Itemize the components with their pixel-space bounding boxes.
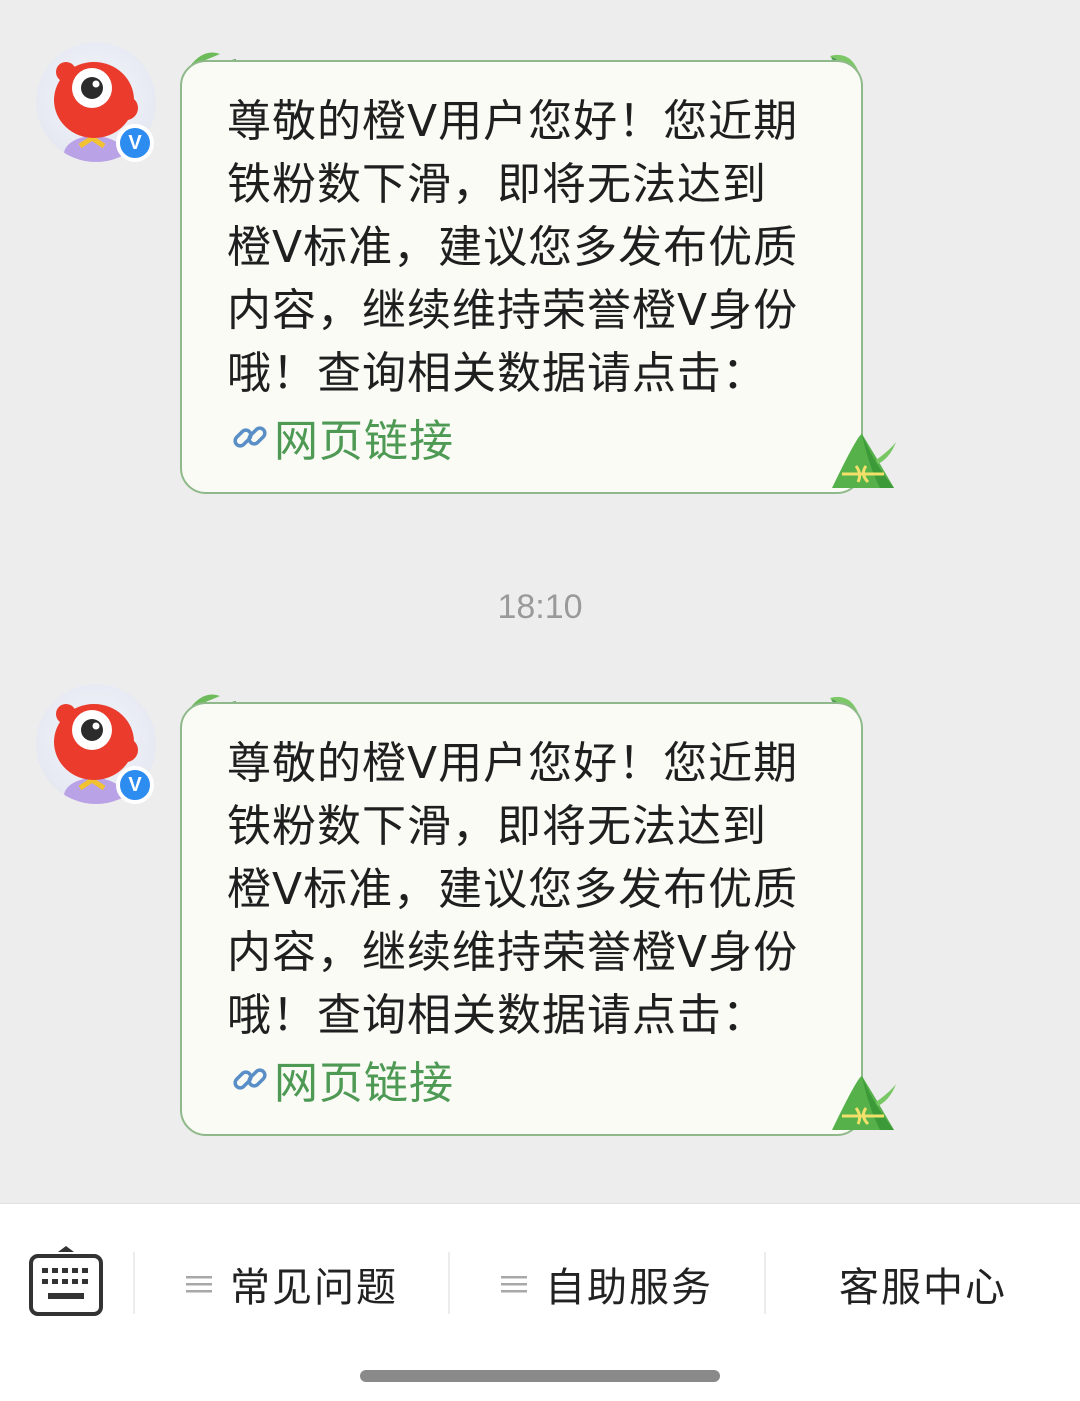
- message-row: V 尊敬的橙V用户您好！您近期 铁粉数下滑，即将无法达到 橙V标准，建议您多发布…: [0, 0, 1080, 494]
- link-icon: [233, 1068, 267, 1090]
- menu-customer-center-label: 客服中心: [839, 1265, 1007, 1311]
- web-link[interactable]: 网页链接: [230, 407, 454, 467]
- avatar[interactable]: V: [36, 42, 156, 162]
- verified-badge: V: [116, 766, 154, 804]
- bottom-menu-bar: 常见问题 自助服务 客服中心: [0, 1203, 1080, 1401]
- menu-self-service[interactable]: 自助服务: [450, 1244, 764, 1324]
- zongzi-icon: [832, 1076, 896, 1130]
- chat-area[interactable]: V 尊敬的橙V用户您好！您近期 铁粉数下滑，即将无法达到 橙V标准，建议您多发布…: [0, 0, 1080, 1203]
- message-bubble[interactable]: 尊敬的橙V用户您好！您近期 铁粉数下滑，即将无法达到 橙V标准，建议您多发布优质…: [180, 702, 863, 1136]
- message-row: V 尊敬的橙V用户您好！您近期 铁粉数下滑，即将无法达到 橙V标准，建议您多发布…: [0, 642, 1080, 1136]
- web-link[interactable]: 网页链接: [230, 1049, 454, 1109]
- menu-divider: [133, 1252, 135, 1314]
- home-indicator[interactable]: [360, 1370, 720, 1382]
- keyboard-icon: [29, 1246, 103, 1316]
- menu-customer-center[interactable]: 客服中心: [766, 1244, 1080, 1324]
- message-timestamp: 18:10: [497, 588, 583, 626]
- menu-faq-label: 常见问题: [230, 1265, 398, 1311]
- link-icon: [233, 426, 267, 448]
- avatar[interactable]: V: [36, 684, 156, 804]
- message-text: 尊敬的橙V用户您好！您近期 铁粉数下滑，即将无法达到 橙V标准，建议您多发布优质…: [227, 96, 799, 399]
- message-text: 尊敬的橙V用户您好！您近期 铁粉数下滑，即将无法达到 橙V标准，建议您多发布优质…: [227, 738, 799, 1041]
- menu-lines-icon: [501, 1276, 527, 1293]
- menu-lines-icon: [186, 1276, 212, 1293]
- link-label: 网页链接: [274, 416, 454, 467]
- verified-badge: V: [116, 124, 154, 162]
- link-label: 网页链接: [274, 1058, 454, 1109]
- message-bubble[interactable]: 尊敬的橙V用户您好！您近期 铁粉数下滑，即将无法达到 橙V标准，建议您多发布优质…: [180, 60, 863, 494]
- keyboard-toggle-button[interactable]: [28, 1246, 104, 1318]
- zongzi-icon: [832, 434, 896, 488]
- menu-self-service-label: 自助服务: [545, 1265, 713, 1311]
- menu-faq[interactable]: 常见问题: [136, 1244, 448, 1324]
